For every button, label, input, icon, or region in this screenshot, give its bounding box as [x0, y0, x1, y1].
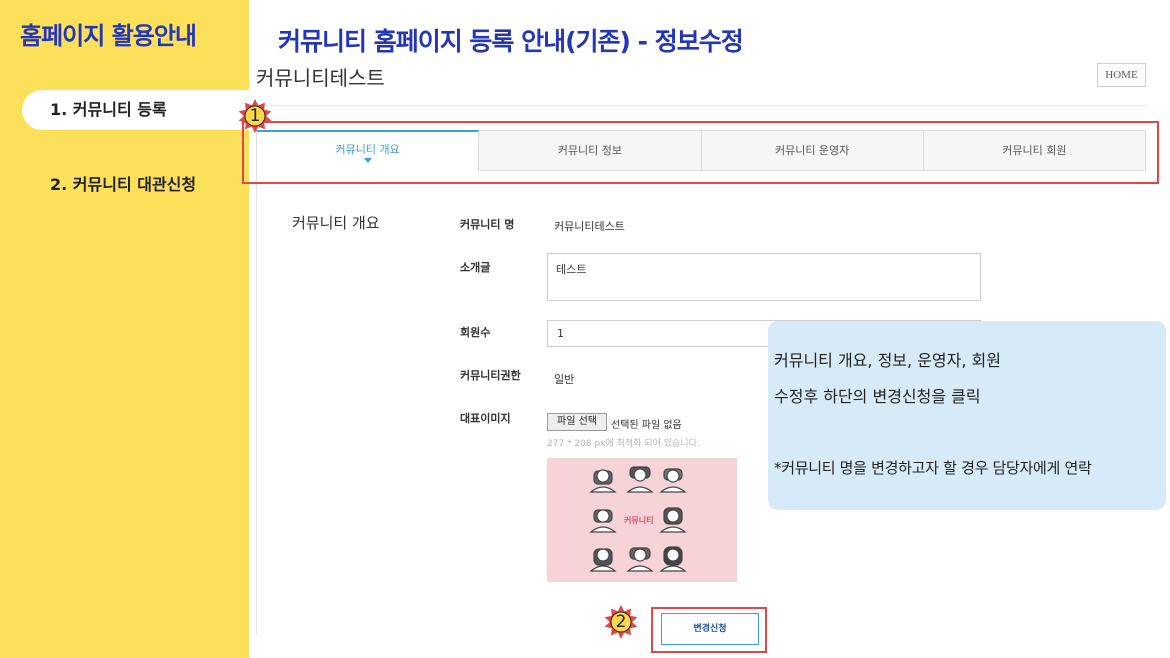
- intro-textarea[interactable]: 테스트: [547, 253, 981, 301]
- section-title: 커뮤니티 개요: [292, 214, 380, 232]
- file-size-hint: 277 * 208 px에 최적화 되어 있습니다.: [547, 439, 700, 449]
- step-badge-1: 1: [238, 99, 272, 133]
- content-border: [256, 130, 257, 635]
- callout-line-1: 커뮤니티 개요, 정보, 운영자, 회원: [774, 351, 1001, 370]
- permission-value: 일반: [554, 373, 575, 386]
- info-callout: 커뮤니티 개요, 정보, 운영자, 회원 수정후 하단의 변경신청을 클릭 *커…: [768, 321, 1166, 510]
- image-caption: 커뮤니티: [624, 516, 654, 525]
- community-name-value: 커뮤니티테스트: [554, 220, 625, 233]
- image-label: 대표이미지: [460, 412, 511, 425]
- file-status-text: 선택된 파일 없음: [611, 420, 682, 431]
- representative-image: 커뮤니티: [547, 458, 737, 582]
- sidebar-title: 홈페이지 활용안내: [20, 22, 197, 50]
- file-select-button[interactable]: 파일 선택: [547, 413, 607, 431]
- step-badge-2: 2: [604, 605, 638, 639]
- permission-label: 커뮤니티권한: [460, 369, 521, 382]
- members-label: 회원수: [460, 326, 491, 339]
- tabs-highlight-box: [242, 121, 1159, 184]
- header-divider: [256, 105, 1146, 106]
- home-button[interactable]: HOME: [1097, 63, 1146, 87]
- sidebar-item-community-registration[interactable]: 1. 커뮤니티 등록: [22, 90, 249, 130]
- community-name-title: 커뮤니티테스트: [256, 66, 385, 90]
- step-number: 2: [615, 612, 627, 632]
- callout-line-2: 수정후 하단의 변경신청을 클릭: [774, 387, 981, 406]
- intro-label: 소개글: [460, 261, 491, 274]
- page-title: 커뮤니티 홈페이지 등록 안내(기존) - 정보수정: [278, 27, 744, 56]
- community-name-label: 커뮤니티 명: [460, 218, 515, 231]
- callout-line-3: *커뮤니티 명을 변경하고자 할 경우 담당자에게 연락: [774, 459, 1092, 477]
- step-number: 1: [249, 106, 261, 126]
- sidebar-item-community-rental[interactable]: 2. 커뮤니티 대관신청: [0, 165, 196, 205]
- guide-sidebar: 홈페이지 활용안내 1. 커뮤니티 등록 2. 커뮤니티 대관신청: [0, 0, 249, 658]
- change-request-button[interactable]: 변경신청: [661, 613, 759, 645]
